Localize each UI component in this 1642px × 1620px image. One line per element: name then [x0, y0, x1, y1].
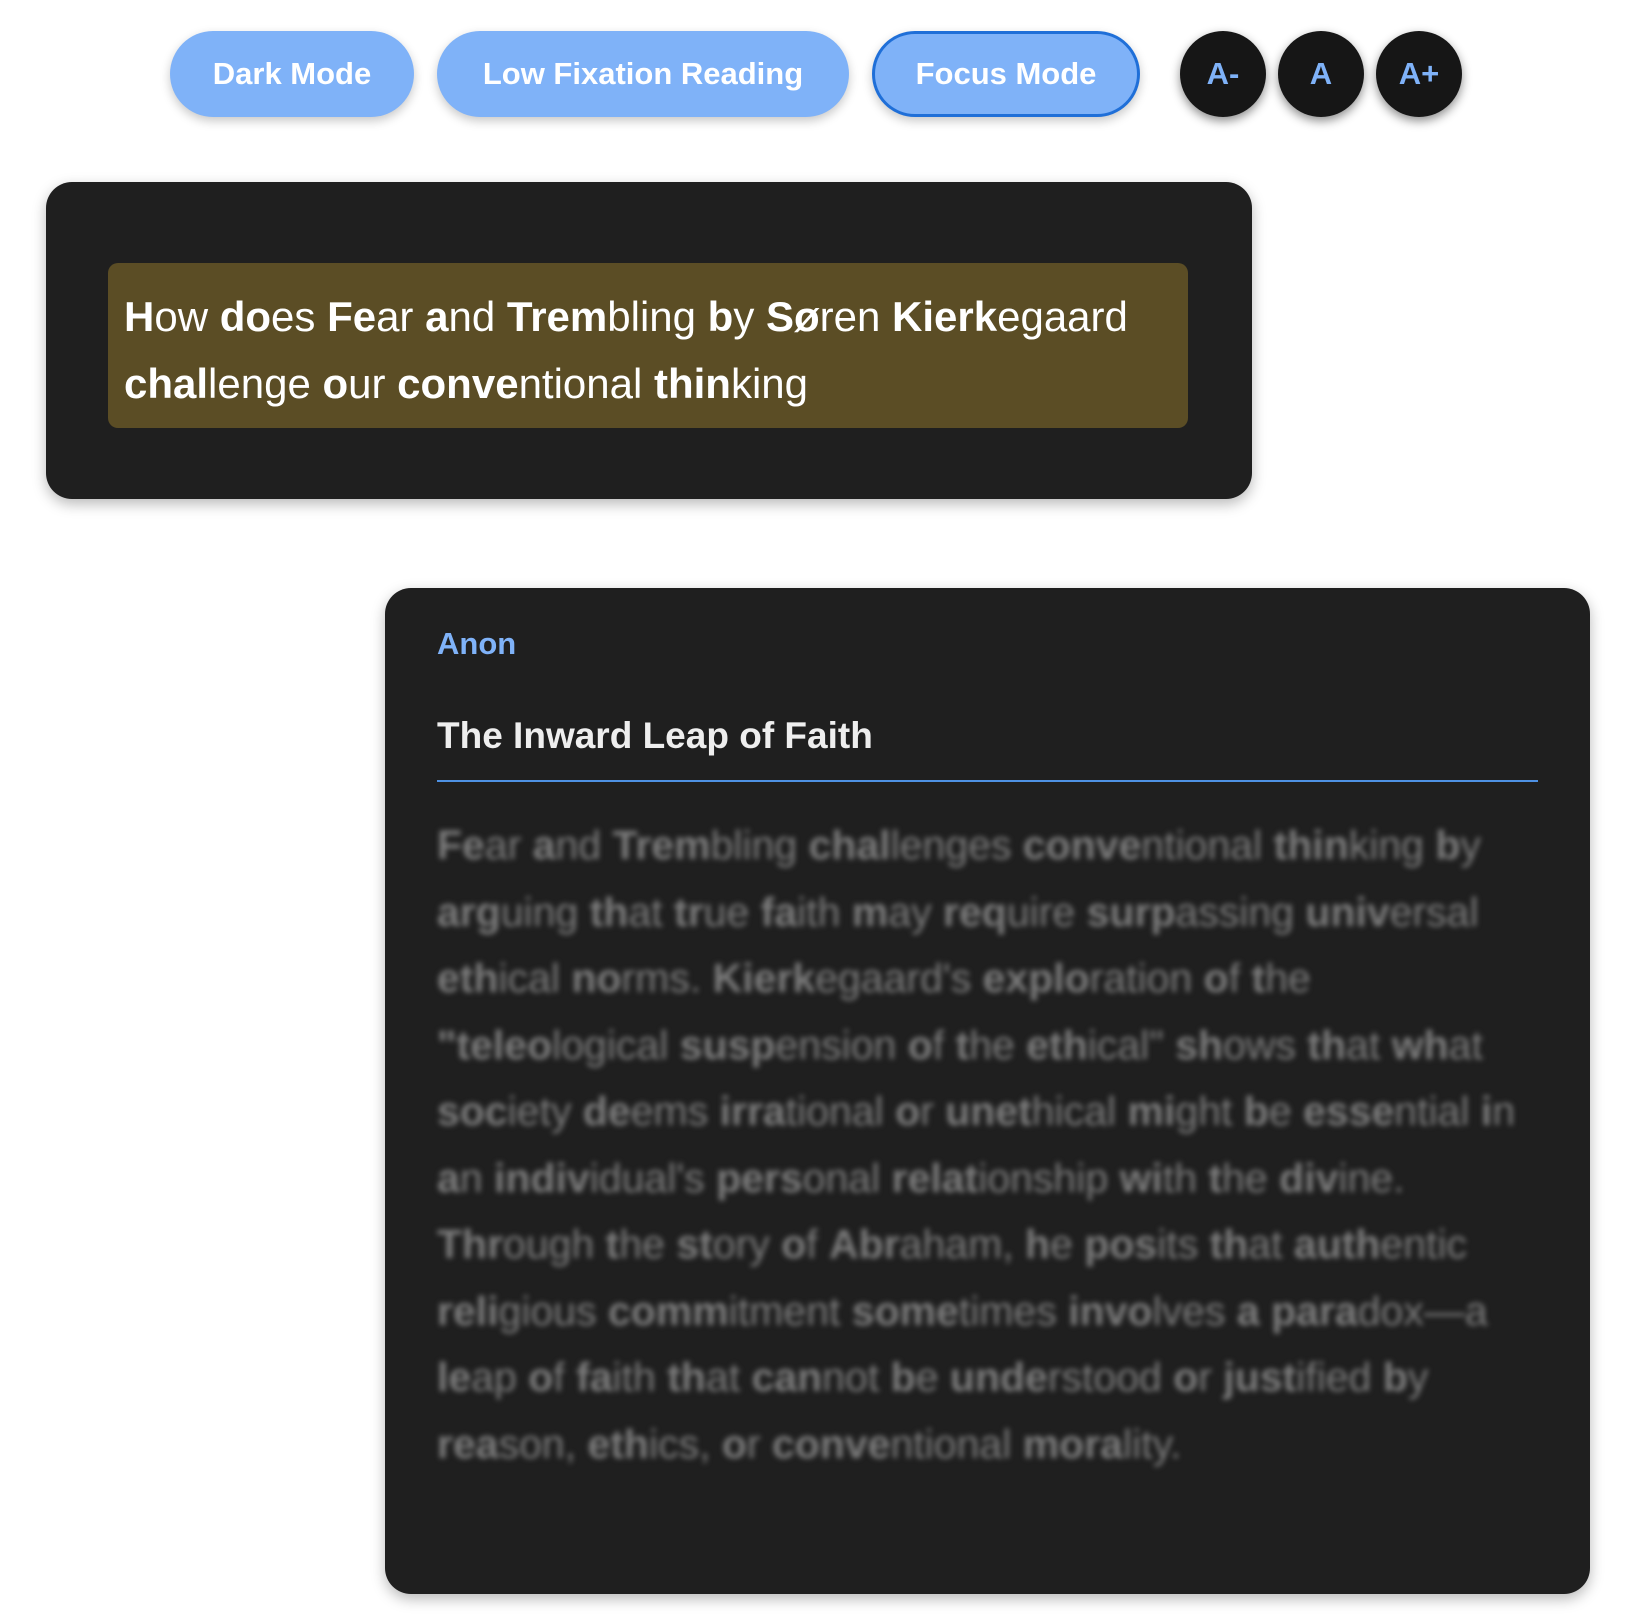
font-increase-button[interactable]: A+ — [1376, 31, 1462, 117]
font-decrease-button[interactable]: A- — [1180, 31, 1266, 117]
answer-body: Fear and Trembling challenges convention… — [437, 822, 1516, 1467]
question-card: How does Fear and Trembling by Søren Kie… — [46, 182, 1252, 499]
question-text: How does Fear and Trembling by Søren Kie… — [108, 263, 1188, 428]
focus-mode-button[interactable]: Focus Mode — [872, 31, 1140, 117]
font-size-controls: A- A A+ — [1180, 31, 1462, 117]
reading-toolbar: Dark Mode Low Fixation Reading Focus Mod… — [170, 31, 1462, 117]
dark-mode-button[interactable]: Dark Mode — [170, 31, 414, 117]
answer-author: Anon — [437, 626, 517, 661]
answer-title: The Inward Leap of Faith — [437, 712, 1538, 782]
answer-card: Anon The Inward Leap of Faith Fear and T… — [385, 588, 1590, 1594]
font-reset-button[interactable]: A — [1278, 31, 1364, 117]
low-fixation-reading-button[interactable]: Low Fixation Reading — [437, 31, 849, 117]
